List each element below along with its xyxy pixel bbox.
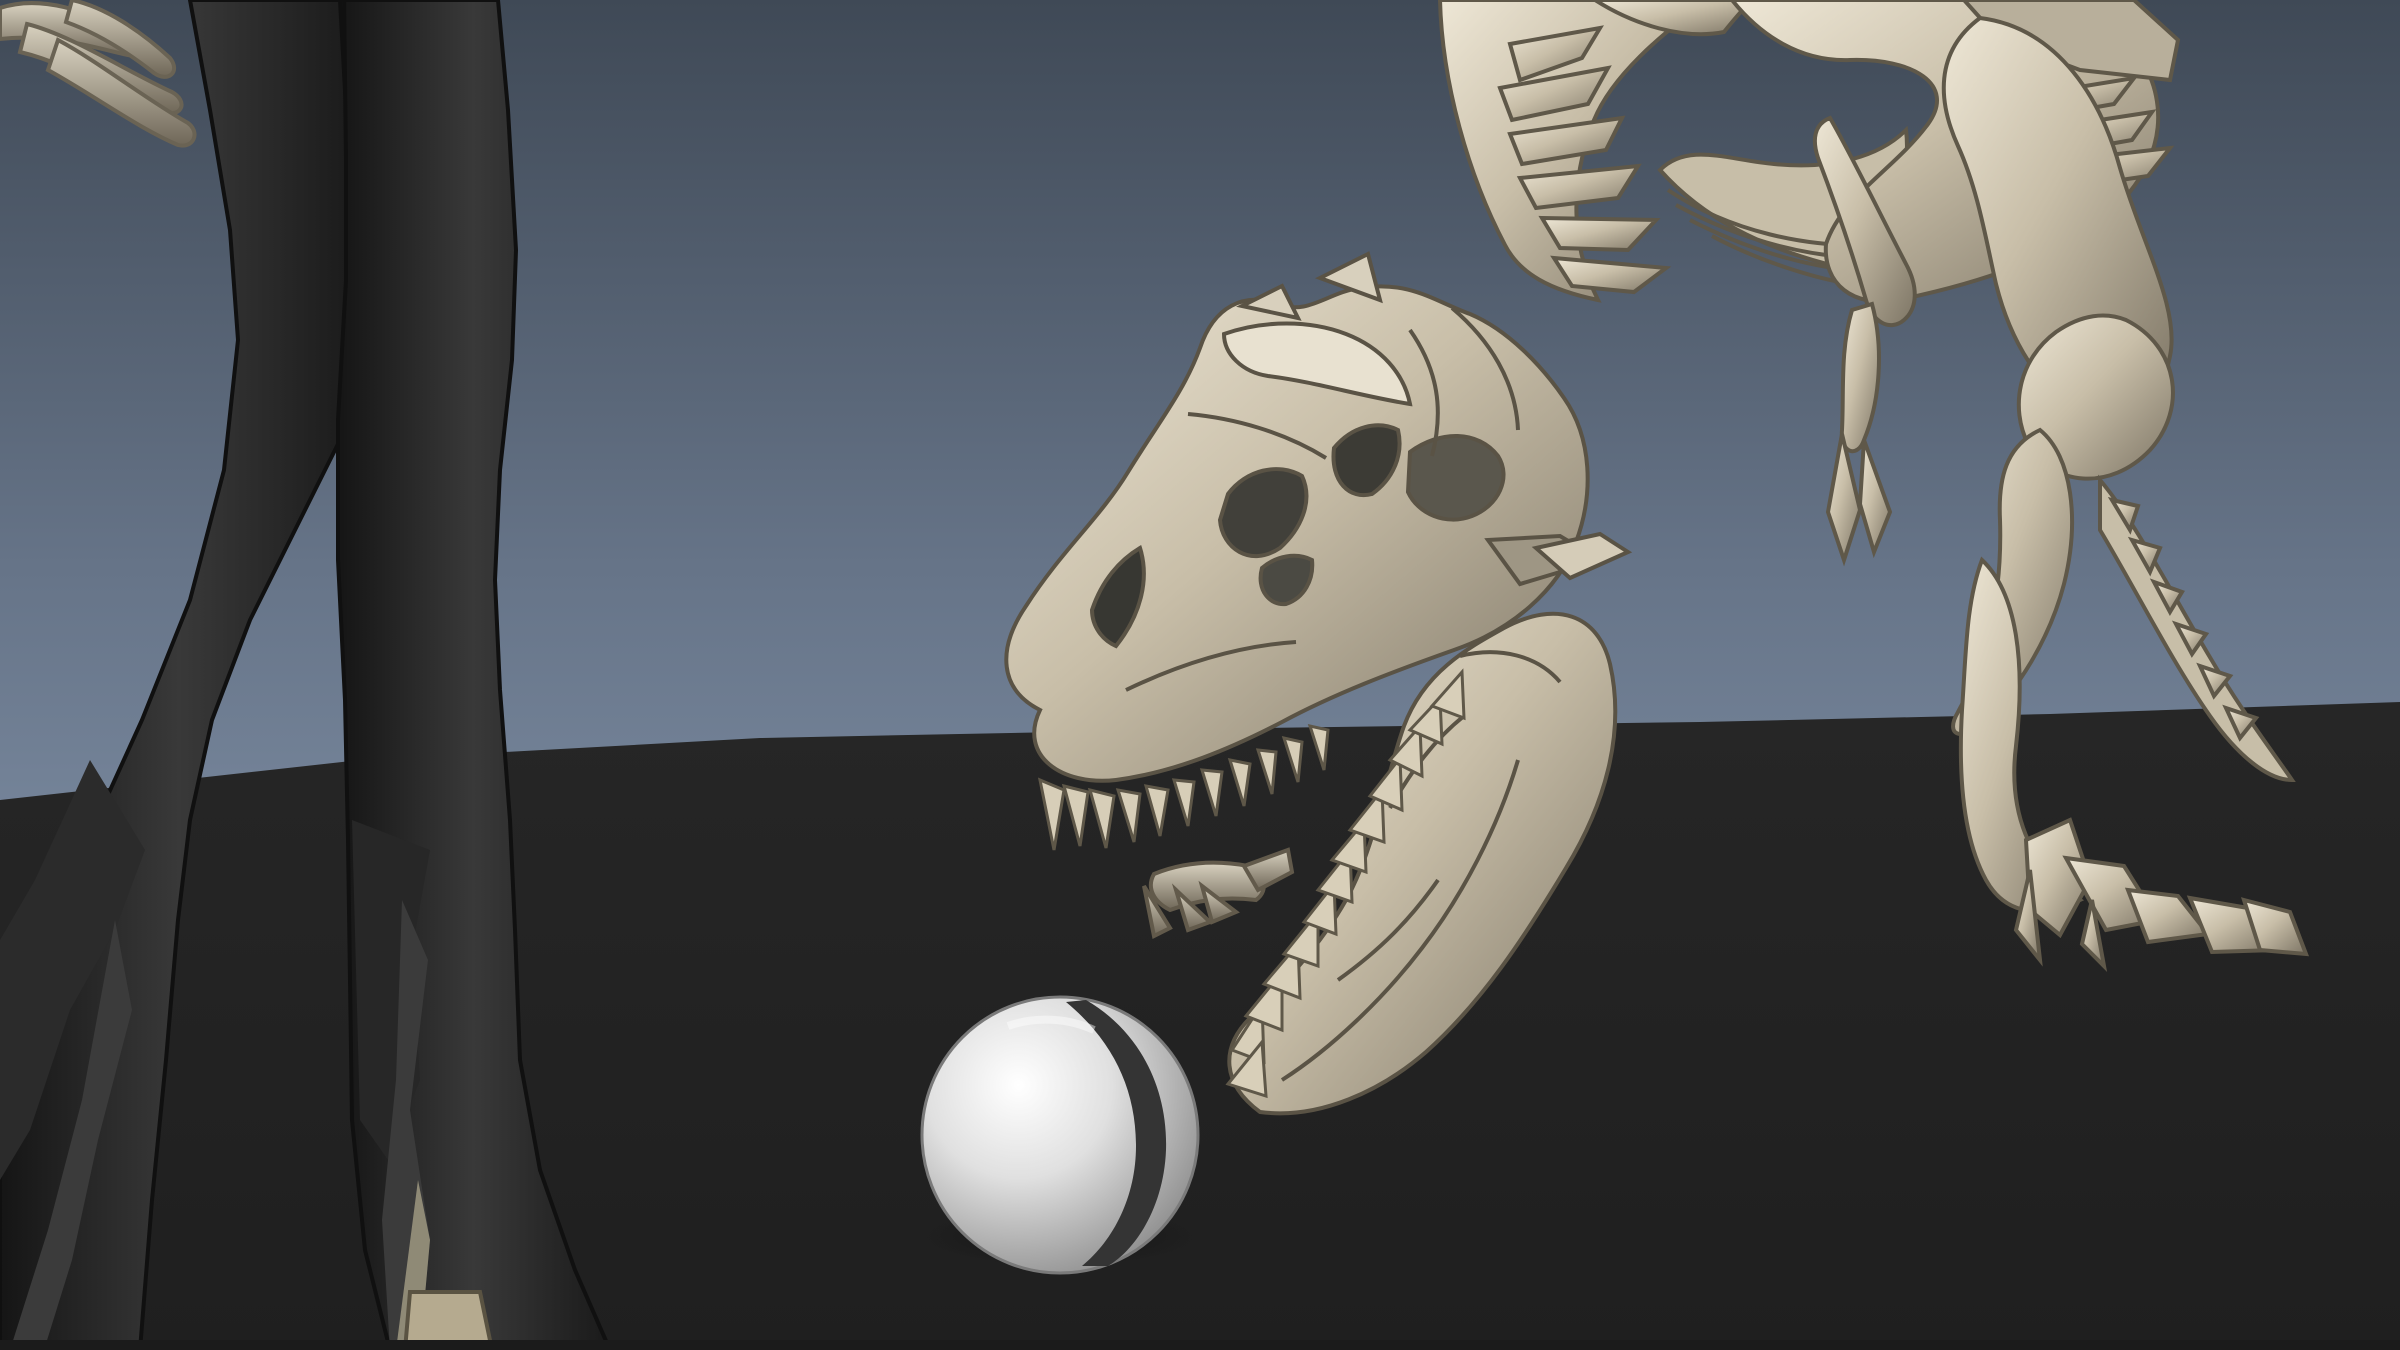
viewport-render[interactable]	[0, 0, 2400, 1350]
3d-viewport[interactable]	[0, 0, 2400, 1350]
striped-ball[interactable]	[920, 995, 1200, 1275]
